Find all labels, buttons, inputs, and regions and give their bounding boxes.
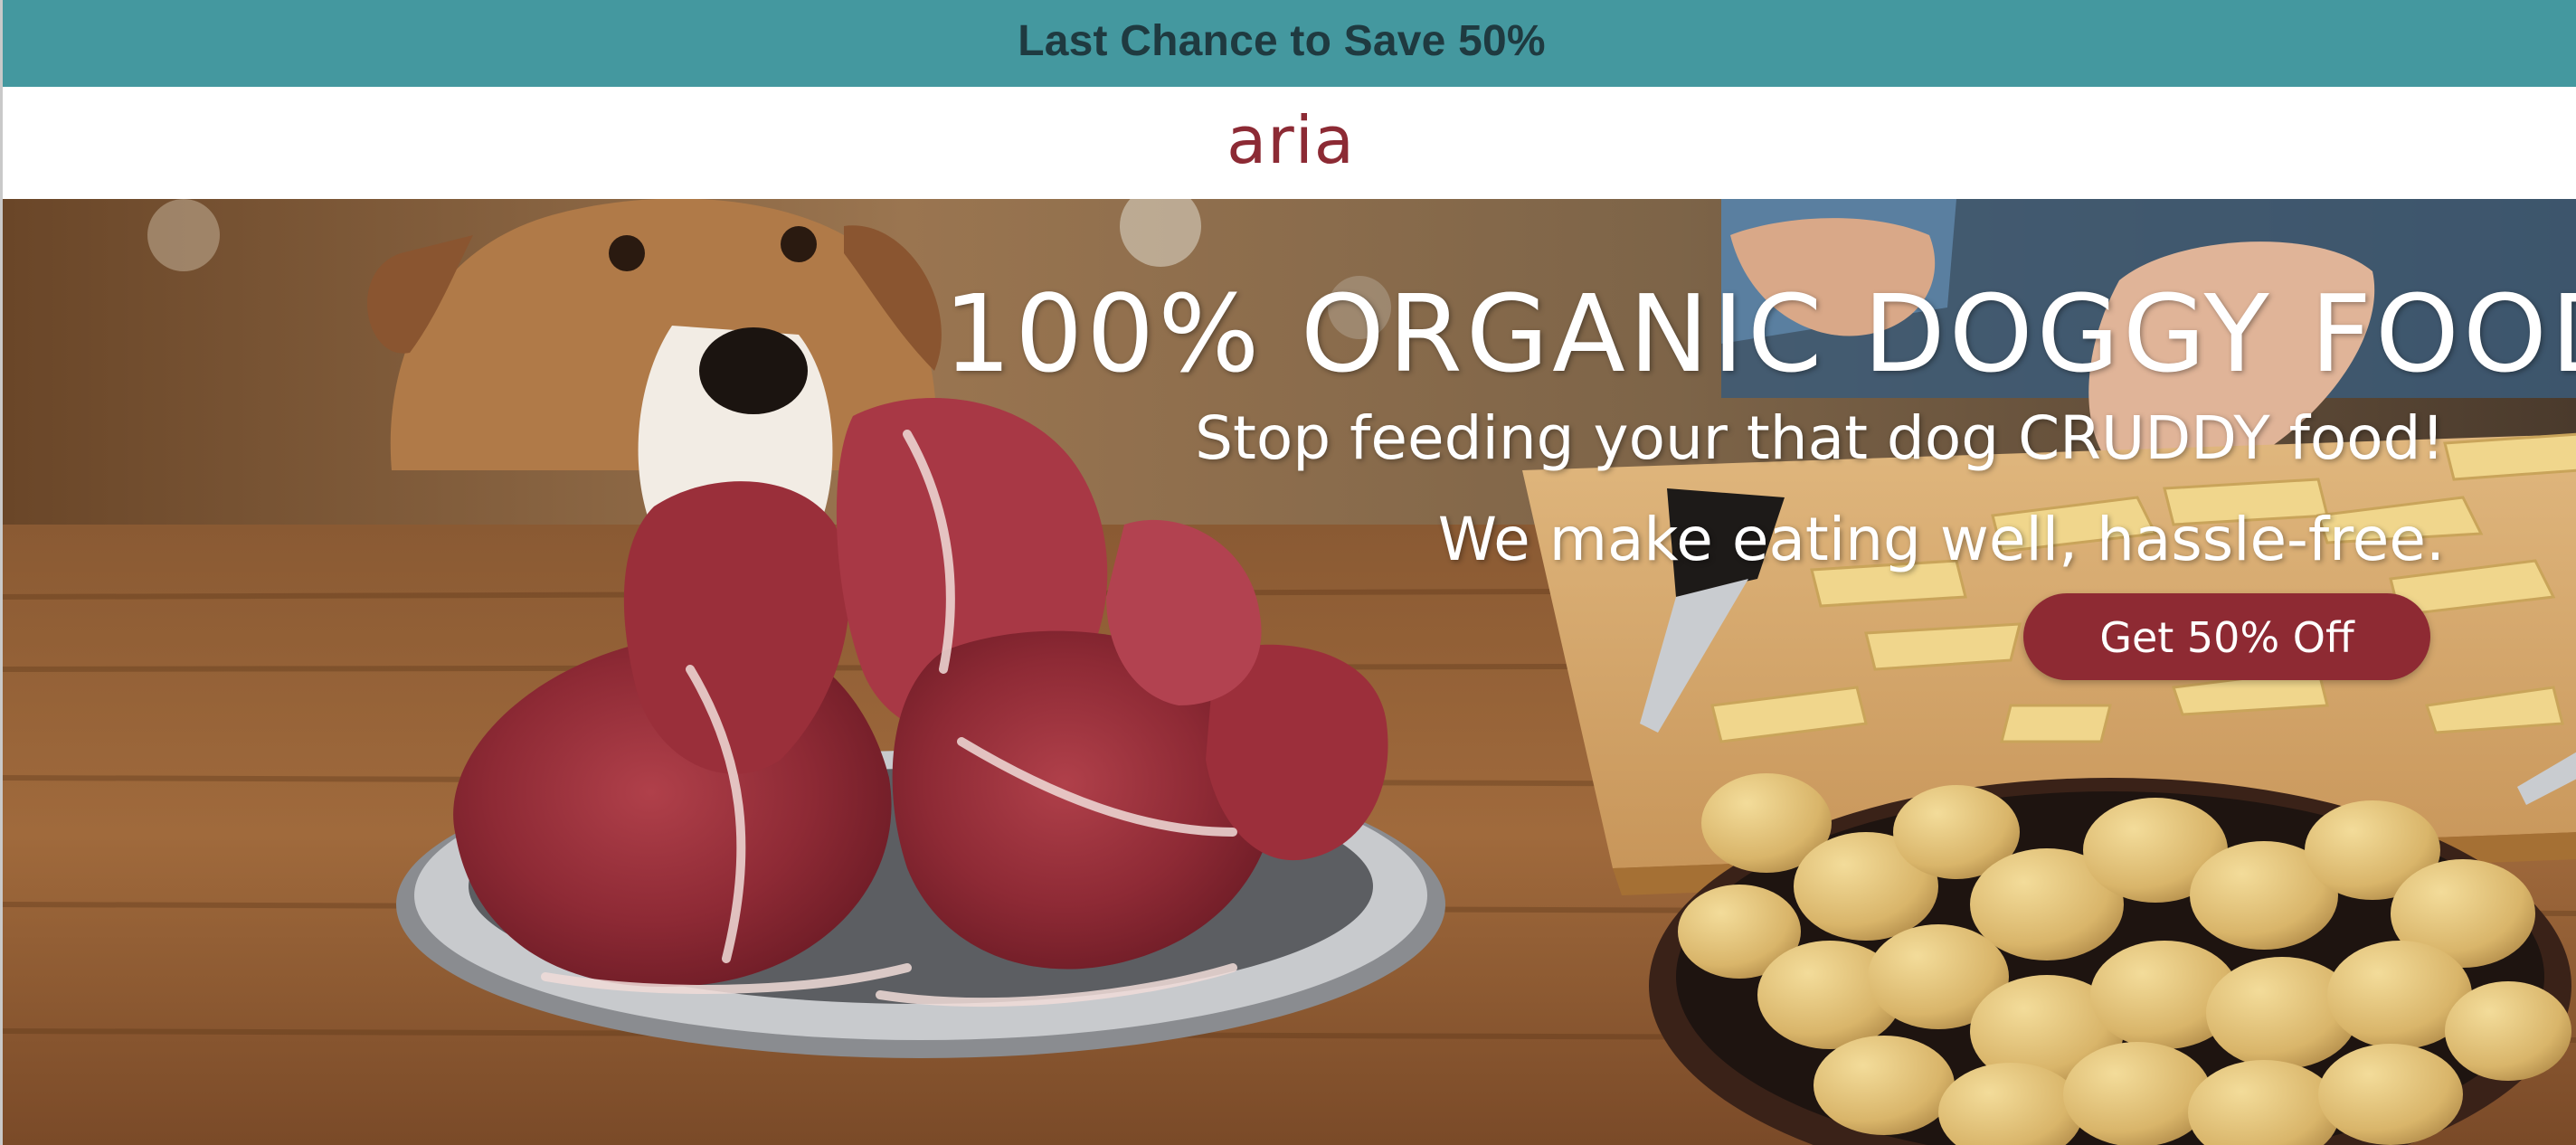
get-discount-button[interactable]: Get 50% Off: [2023, 593, 2430, 680]
pan-with-potatoes: [1649, 773, 2571, 1145]
hero-title: 100% ORGANIC DOGGY FOOD: [943, 271, 2576, 396]
hero-subtitle-line1: Stop feeding your that dog CRUDDY food!: [1195, 403, 2445, 473]
hero-section: 100% ORGANIC DOGGY FOOD Stop feeding you…: [0, 199, 2576, 1145]
site-header: aria: [0, 87, 2576, 199]
hero-subtitle-line2: We make eating well, hassle-free.: [1437, 505, 2445, 574]
brand-logo[interactable]: aria: [3, 87, 2576, 199]
promo-text: Last Chance to Save 50%: [1018, 17, 1546, 65]
promo-banner: Last Chance to Save 50%: [0, 0, 2576, 87]
